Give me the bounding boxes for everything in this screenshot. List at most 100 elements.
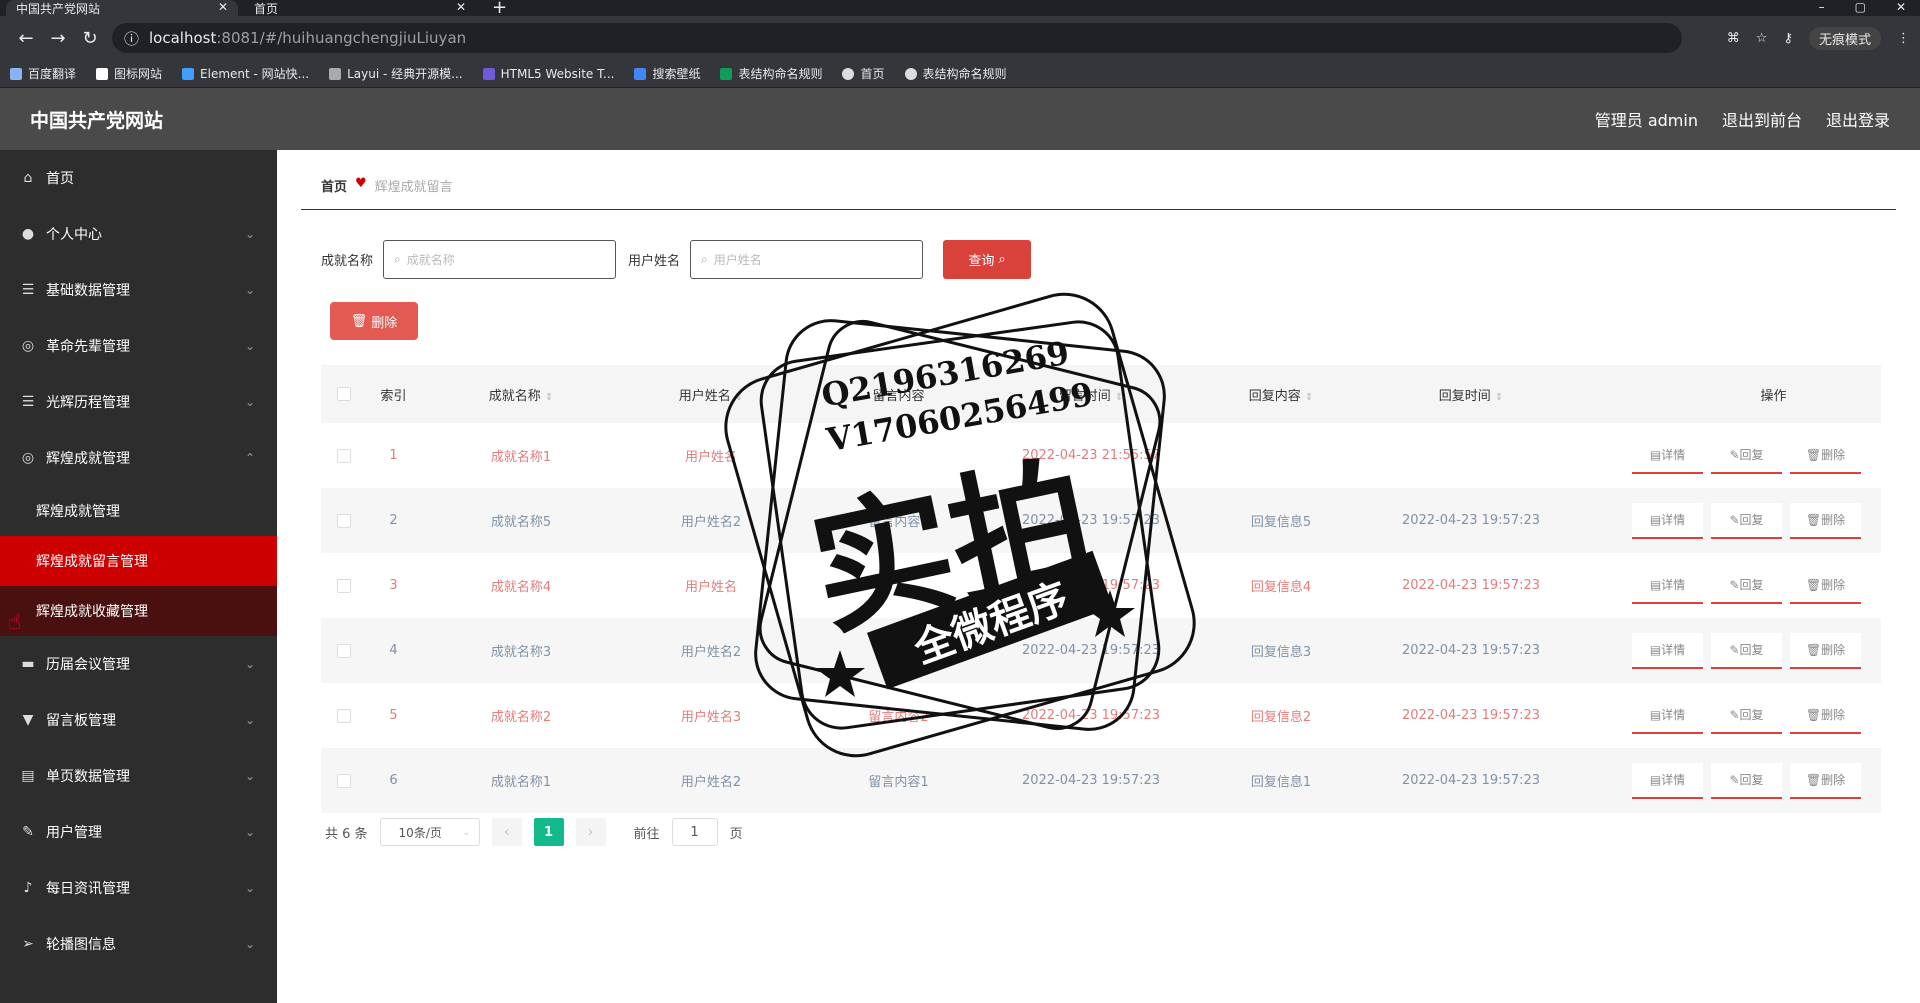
row-checkbox[interactable] bbox=[336, 578, 351, 593]
prev-page-button[interactable]: ‹ bbox=[491, 818, 522, 846]
next-page-button[interactable]: › bbox=[575, 818, 606, 846]
sidebar-item-profile[interactable]: ● 个人中心 ⌄ bbox=[0, 206, 277, 262]
bookmark-item[interactable]: 百度翻译 bbox=[10, 65, 76, 82]
cell-reply: 回复信息4 bbox=[1250, 580, 1312, 595]
detail-button[interactable]: ▤ 详情 bbox=[1632, 697, 1703, 734]
close-icon[interactable]: ✕ bbox=[456, 0, 466, 14]
detail-button[interactable]: ▤ 详情 bbox=[1632, 502, 1703, 539]
col-actions: 操作 bbox=[1760, 388, 1787, 404]
sidebar-item-history[interactable]: ☰ 光辉历程管理 ⌄ bbox=[0, 374, 277, 430]
cell-user: 用户姓名 bbox=[684, 450, 737, 465]
table-row: 4 成就名称3 用户姓名2 2022-04-23 19:57:23 回复信息3 … bbox=[321, 618, 1881, 683]
pen-icon: ✎ bbox=[22, 824, 34, 840]
col-name[interactable]: 成就名称 ⇕ bbox=[421, 385, 621, 404]
back-icon[interactable]: ← bbox=[10, 28, 42, 49]
browser-tab-active[interactable]: 中国共产党网站 ✕ bbox=[6, 0, 238, 16]
bookmark-item[interactable]: 首页 bbox=[842, 65, 885, 82]
reload-icon[interactable]: ↻ bbox=[74, 28, 106, 49]
delete-button[interactable]: 🗑 删除 bbox=[1790, 437, 1861, 474]
sidebar-item-home[interactable]: ⌂ 首页 bbox=[0, 150, 277, 206]
bookmark-item[interactable]: Layui - 经典开源模... bbox=[329, 65, 463, 82]
reply-button[interactable]: ✎ 回复 bbox=[1711, 437, 1782, 474]
name-search-input[interactable]: ⌕ 成就名称 bbox=[383, 240, 617, 279]
board-icon: ▼ bbox=[22, 712, 34, 728]
cell-message: 留言内容2 bbox=[868, 710, 929, 725]
logout-link[interactable]: 退出登录 bbox=[1826, 107, 1890, 131]
row-checkbox[interactable] bbox=[336, 773, 351, 788]
url-input[interactable]: ⓘ localhost :8081/#/huihuangchengjiuLiuy… bbox=[112, 23, 1682, 53]
sidebar-item-carousel[interactable]: ➢ 轮播图信息 ⌄ bbox=[0, 916, 277, 972]
key-icon[interactable]: ⚷ bbox=[1783, 31, 1793, 46]
cell-time: 2022-04-23 19:57:23 bbox=[1021, 708, 1161, 723]
goto-page-input[interactable]: 1 bbox=[671, 818, 718, 846]
delete-button[interactable]: 🗑 删除 bbox=[1790, 567, 1861, 604]
col-reply[interactable]: 回复内容 ⇕ bbox=[1186, 385, 1376, 404]
bookmark-item[interactable]: 表结构命名规则 bbox=[720, 65, 822, 82]
delete-button[interactable]: 🗑 删除 bbox=[1790, 632, 1861, 669]
maximize-icon[interactable]: ▢ bbox=[1855, 0, 1866, 14]
translate-icon[interactable]: ⌘ bbox=[1727, 31, 1740, 46]
col-reply-time[interactable]: 回复时间 ⇕ bbox=[1376, 385, 1566, 404]
user-search-input[interactable]: ⌕ 用户姓名 bbox=[690, 240, 924, 279]
detail-button[interactable]: ▤ 详情 bbox=[1632, 567, 1703, 604]
row-checkbox[interactable] bbox=[336, 708, 351, 723]
minimize-icon[interactable]: – bbox=[1819, 0, 1825, 14]
breadcrumb-home[interactable]: 首页 bbox=[321, 176, 347, 195]
row-checkbox[interactable] bbox=[336, 448, 351, 463]
chevron-up-icon: ⌃ bbox=[244, 451, 255, 465]
to-front-link[interactable]: 退出到前台 bbox=[1722, 107, 1802, 131]
col-time[interactable]: 留言时间 ⇕ bbox=[996, 385, 1186, 404]
bookmark-item[interactable]: 图标网站 bbox=[96, 65, 162, 82]
sidebar-item-pioneers[interactable]: ◎ 革命先辈管理 ⌄ bbox=[0, 318, 277, 374]
current-page[interactable]: 1 bbox=[533, 818, 564, 846]
cell-name: 成就名称3 bbox=[490, 645, 552, 660]
detail-button[interactable]: ▤ 详情 bbox=[1632, 632, 1703, 669]
row-checkbox[interactable] bbox=[336, 513, 351, 528]
detail-button[interactable]: ▤ 详情 bbox=[1632, 762, 1703, 799]
col-user[interactable]: 用户姓名 ⇕ bbox=[621, 385, 801, 404]
bookmark-item[interactable]: Element - 网站快... bbox=[182, 65, 309, 82]
browser-tab[interactable]: 首页 ✕ bbox=[244, 0, 476, 16]
reply-button[interactable]: ✎ 回复 bbox=[1711, 632, 1782, 669]
sidebar-item-basic-data[interactable]: ☰ 基础数据管理 ⌄ bbox=[0, 262, 277, 318]
sidebar-item-meetings[interactable]: ▬ 历届会议管理 ⌄ bbox=[0, 636, 277, 692]
trash-icon: 🗑 bbox=[1805, 707, 1822, 722]
delete-button[interactable]: 🗑 删除 bbox=[1790, 502, 1861, 539]
sidebar-item-message-board[interactable]: ▼ 留言板管理 ⌄ bbox=[0, 692, 277, 748]
sidebar-item-news[interactable]: ♪ 每日资讯管理 ⌄ bbox=[0, 860, 277, 916]
reply-button[interactable]: ✎ 回复 bbox=[1711, 567, 1782, 604]
admin-label: 管理员 admin bbox=[1594, 111, 1698, 130]
detail-button[interactable]: ▤ 详情 bbox=[1632, 437, 1703, 474]
reply-button[interactable]: ✎ 回复 bbox=[1711, 762, 1782, 799]
close-icon[interactable]: ✕ bbox=[218, 0, 228, 14]
query-button[interactable]: 查询 ⌕ bbox=[943, 240, 1032, 279]
reply-button[interactable]: ✎ 回复 bbox=[1711, 697, 1782, 734]
delete-button[interactable]: 🗑 删除 bbox=[1790, 762, 1861, 799]
star-icon[interactable]: ☆ bbox=[1756, 31, 1768, 46]
batch-delete-button[interactable]: 🗑 删除 bbox=[330, 302, 418, 340]
incognito-badge[interactable]: 无痕模式 bbox=[1808, 26, 1881, 50]
sidebar-subitem-achievements[interactable]: 辉煌成就管理 bbox=[0, 486, 277, 536]
delete-button[interactable]: 🗑 删除 bbox=[1790, 697, 1861, 734]
trash-icon: 🗑 bbox=[1805, 577, 1822, 592]
sidebar-item-single-page[interactable]: ▤ 单页数据管理 ⌄ bbox=[0, 748, 277, 804]
forward-icon[interactable]: → bbox=[42, 28, 74, 49]
chevron-down-icon: ⌄ bbox=[462, 826, 471, 838]
sidebar-subitem-achievement-messages[interactable]: 辉煌成就留言管理 bbox=[0, 536, 277, 586]
select-all-checkbox[interactable] bbox=[336, 387, 351, 401]
bookmark-item[interactable]: 表结构命名规则 bbox=[904, 65, 1007, 82]
reply-button[interactable]: ✎ 回复 bbox=[1711, 502, 1782, 539]
sidebar-item-achievements[interactable]: ◎ 辉煌成就管理 ⌃ bbox=[0, 430, 277, 486]
bookmark-item[interactable]: HTML5 Website T... bbox=[482, 67, 614, 81]
sidebar-item-users[interactable]: ✎ 用户管理 ⌄ bbox=[0, 804, 277, 860]
menu-icon[interactable]: ⋮ bbox=[1897, 31, 1910, 46]
sidebar-subitem-achievement-favorites[interactable]: 辉煌成就收藏管理 bbox=[0, 586, 277, 636]
col-message[interactable]: 留言内容 bbox=[801, 385, 996, 404]
url-path: :8081/#/huihuangchengjiuLiuyan bbox=[216, 29, 467, 47]
row-checkbox[interactable] bbox=[336, 643, 351, 658]
close-window-icon[interactable]: ✕ bbox=[1896, 0, 1906, 14]
new-tab-icon[interactable]: + bbox=[492, 0, 507, 17]
bookmark-item[interactable]: 搜索壁纸 bbox=[634, 65, 700, 82]
page-size-select[interactable]: 10条/页 ⌄ bbox=[379, 818, 480, 846]
edit-icon: ✎ bbox=[1729, 447, 1740, 462]
